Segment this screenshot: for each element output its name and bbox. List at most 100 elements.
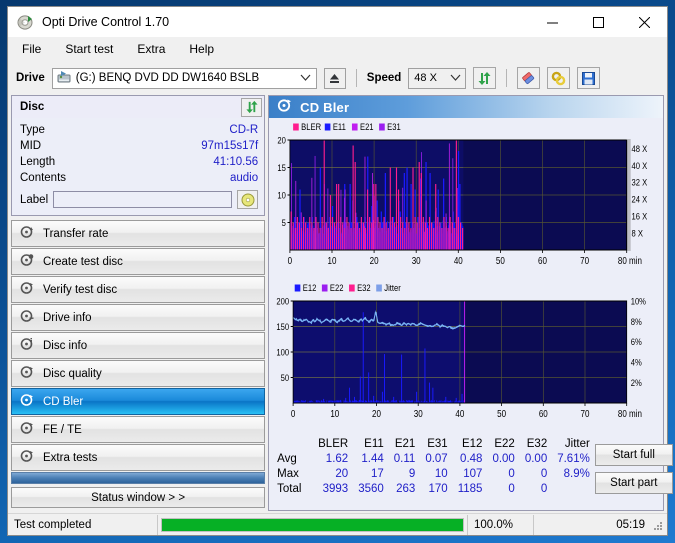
- stats-row-label-avg: Avg: [277, 452, 297, 465]
- speed-label: Speed: [366, 72, 402, 84]
- disc-label-cd-button[interactable]: [237, 190, 259, 209]
- main-body: Disc Type CD-R MID 97m15s17f Length 41:1…: [8, 95, 673, 511]
- svg-text:E32: E32: [357, 282, 371, 293]
- table-row: Avg 1.62 1.44 0.11 0.07 0.48 0.00 0.00 7…: [269, 451, 595, 466]
- sidebar-item-extra-tests[interactable]: Extra tests: [11, 444, 266, 471]
- window-title: Opti Drive Control 1.70: [42, 15, 170, 29]
- sidebar-item-drive-info[interactable]: Drive info: [11, 304, 266, 331]
- stats-col-e21: E21: [394, 437, 416, 450]
- stats-row-label-max: Max: [277, 467, 299, 480]
- sidebar-label: Create test disc: [43, 255, 123, 268]
- elapsed-time: 05:19: [616, 518, 645, 531]
- sidebar-item-fe-te[interactable]: FE / TE: [11, 416, 266, 443]
- svg-text:8%: 8%: [631, 316, 642, 327]
- menu-start-test[interactable]: Start test: [63, 40, 115, 58]
- sidebar-item-verify-test-disc[interactable]: Verify test disc: [11, 276, 266, 303]
- svg-text:40 X: 40 X: [632, 160, 648, 171]
- drive-select[interactable]: (G:) BENQ DVD DD DW1640 BSLB: [51, 67, 317, 89]
- speed-value: 48 X: [414, 72, 437, 84]
- svg-text:200: 200: [276, 296, 289, 307]
- disc-key-type: Type: [20, 124, 45, 136]
- panel-header: CD Bler: [269, 96, 663, 118]
- jitter-chart-svg: E12 E22 E32 Jitter 50 100 150 200 2% 4% 6% 8% 10% 0 10…: [276, 282, 646, 419]
- test-nav-list: Transfer rate Create test disc Verify te…: [11, 220, 266, 471]
- stats-max-e31: 10: [434, 467, 448, 480]
- save-button[interactable]: [577, 67, 601, 89]
- start-part-button[interactable]: Start part: [594, 472, 673, 494]
- table-row: Max 20 17 9 10 107 0 0 8.9%: [269, 466, 595, 481]
- stats-avg-e11: 1.44: [361, 452, 384, 465]
- disc-key-mid: MID: [20, 140, 42, 152]
- resize-grip-icon[interactable]: [653, 521, 663, 531]
- refresh-button[interactable]: [473, 67, 497, 89]
- stats-grid: BLER E11 E21 E31 E12 E22 E32 Jitter Avg …: [269, 436, 595, 496]
- svg-text:30: 30: [412, 255, 421, 266]
- title-bar: Opti Drive Control 1.70: [8, 7, 667, 37]
- menu-file[interactable]: File: [20, 40, 43, 58]
- sidebar-label: Verify test disc: [43, 283, 118, 296]
- svg-text:70: 70: [581, 408, 590, 419]
- close-button[interactable]: [621, 7, 667, 37]
- svg-text:0: 0: [291, 408, 295, 419]
- disc-fete-icon: [20, 421, 34, 438]
- svg-text:100: 100: [276, 347, 289, 358]
- svg-text:40: 40: [456, 408, 465, 419]
- progress-track: [161, 517, 464, 532]
- stats-header-row: BLER E11 E21 E31 E12 E22 E32 Jitter: [269, 436, 595, 451]
- sidebar-label: Disc info: [43, 339, 88, 352]
- stats-col-jitter: Jitter: [564, 437, 590, 450]
- svg-text:50: 50: [497, 408, 506, 419]
- sidebar-item-disc-quality[interactable]: Disc quality: [11, 360, 266, 387]
- svg-text:40: 40: [454, 255, 463, 266]
- svg-text:5: 5: [282, 217, 286, 228]
- maximize-button[interactable]: [575, 7, 621, 37]
- toolbar-divider: [506, 69, 508, 87]
- svg-text:E12: E12: [303, 282, 317, 293]
- action-buttons: Start full Start part: [594, 436, 673, 496]
- sidebar-item-cd-bler[interactable]: CD Bler: [11, 388, 266, 415]
- svg-text:20: 20: [278, 135, 287, 146]
- status-window-button[interactable]: Status window > >: [11, 487, 266, 508]
- sidebar-item-transfer-rate[interactable]: Transfer rate: [11, 220, 266, 247]
- jitter-chart: E12 E22 E32 Jitter 50 100 150 200 2% 4% 6% 8% 10% 0 10…: [269, 281, 663, 434]
- table-row: Total 3993 3560 263 170 1185 0 0: [269, 481, 595, 496]
- sidebar-label: Extra tests: [43, 451, 98, 464]
- start-full-button[interactable]: Start full: [594, 444, 673, 466]
- bler-chart-svg: BLER E11 E21 E31 5 10 15 20 8 X 16 X 24 X 32 X 40 X 4…: [278, 121, 648, 266]
- progress-bar: [158, 514, 468, 535]
- svg-text:10: 10: [328, 255, 337, 266]
- svg-text:24 X: 24 X: [632, 194, 648, 205]
- svg-text:E21: E21: [360, 121, 374, 132]
- menu-help[interactable]: Help: [187, 40, 216, 58]
- chevron-down-icon[interactable]: [447, 72, 463, 84]
- stats-max-e21: 9: [408, 467, 416, 480]
- sidebar-item-create-test-disc[interactable]: Create test disc: [11, 248, 266, 275]
- disc-refresh-button[interactable]: [241, 97, 263, 117]
- settings-button[interactable]: [547, 67, 571, 89]
- disc-value-length: 41:10.56: [213, 156, 259, 168]
- stats-avg-jitter: 7.61%: [557, 452, 590, 465]
- bler-chart: BLER E11 E21 E31 5 10 15 20 8 X 16 X 24 X 32 X 40 X 4…: [269, 118, 663, 281]
- minimize-button[interactable]: [529, 7, 575, 37]
- disc-verify-icon: [20, 281, 34, 298]
- disc-label-row: Label: [20, 190, 259, 209]
- sidebar-item-disc-info[interactable]: Disc info: [11, 332, 266, 359]
- svg-text:60: 60: [538, 255, 547, 266]
- svg-text:150: 150: [276, 321, 289, 332]
- menu-extra[interactable]: Extra: [135, 40, 167, 58]
- stats-total-jitter: [552, 481, 595, 496]
- drive-label: Drive: [16, 72, 45, 84]
- eject-button[interactable]: [323, 67, 346, 89]
- stats-col-e22: E22: [494, 437, 515, 450]
- chevron-down-icon[interactable]: [298, 72, 314, 84]
- erase-button[interactable]: [517, 67, 541, 89]
- disc-label-input[interactable]: [53, 191, 233, 208]
- stats-max-bler: 20: [335, 467, 349, 480]
- disc-row-contents: Contents audio: [20, 170, 258, 186]
- stats-total-e22: 0: [508, 482, 515, 495]
- sidebar-filler: [11, 472, 266, 484]
- svg-text:70: 70: [580, 255, 589, 266]
- svg-text:8 X: 8 X: [632, 228, 644, 239]
- speed-select[interactable]: 48 X: [408, 67, 467, 89]
- sidebar-label: FE / TE: [43, 423, 82, 436]
